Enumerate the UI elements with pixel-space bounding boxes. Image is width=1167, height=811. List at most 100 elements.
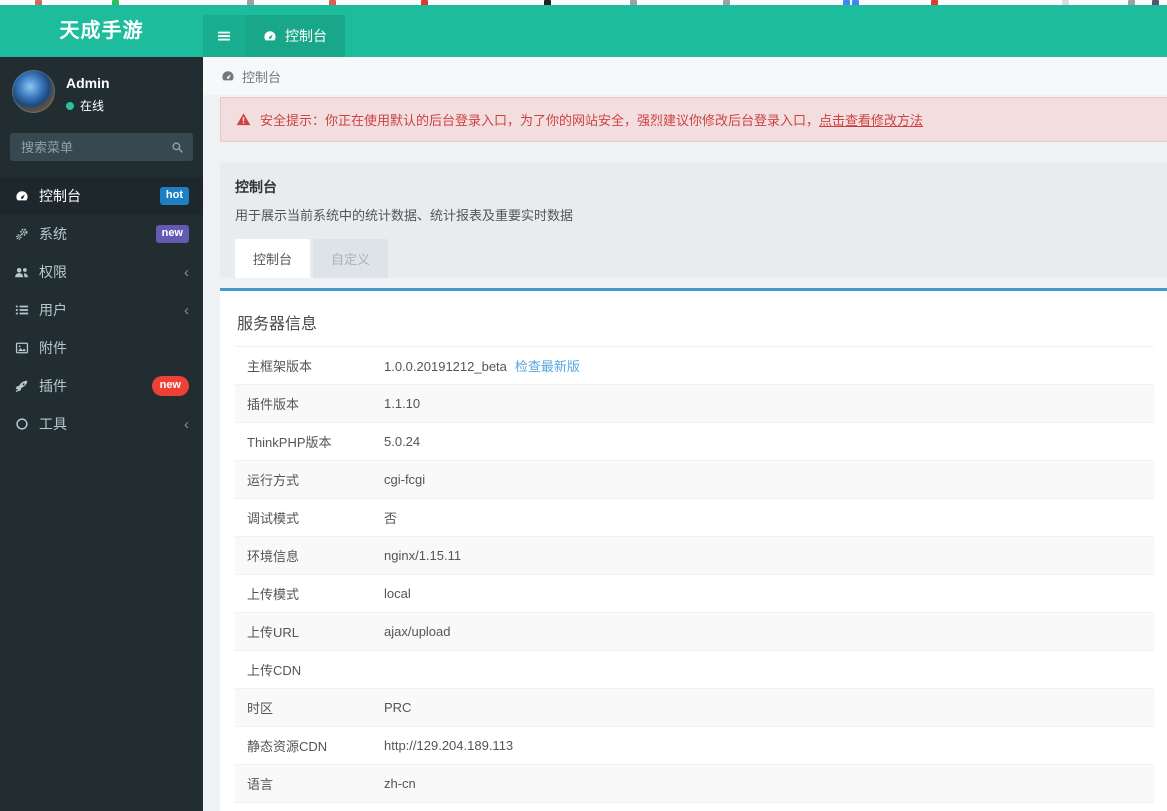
info-value: nginx/1.15.11 — [384, 548, 462, 563]
sidebar-menu-item[interactable]: 插件 new — [0, 367, 203, 405]
sidebar-menu-item[interactable]: 工具 ‹ — [0, 405, 203, 443]
top-navbar: 控制台 — [203, 5, 1167, 57]
info-value: zh-cn — [384, 776, 416, 791]
check-latest-link[interactable]: 检查最新版 — [515, 359, 580, 374]
table-row: 上传CDN — [235, 650, 1154, 689]
sidebar-menu-item[interactable]: 附件 — [0, 329, 203, 367]
panel-tab[interactable]: 自定义 — [313, 239, 389, 278]
sidebar-menu-item[interactable]: 权限 ‹ — [0, 253, 203, 291]
info-value: local — [384, 586, 411, 601]
panel-heading: 控制台 用于展示当前系统中的统计数据、统计报表及重要实时数据 控制台 自定义 — [220, 162, 1167, 278]
info-value: 否 — [384, 511, 398, 526]
warning-icon — [236, 112, 251, 127]
bookmark-favicon[interactable] — [1128, 0, 1135, 5]
bookmark-favicon[interactable] — [931, 0, 938, 5]
info-label: 语言 — [235, 764, 372, 803]
main-content: 控制台 安全提示：你正在使用默认的后台登录入口，为了你的网站安全，强烈建议你修改… — [203, 57, 1167, 811]
dashboard-icon — [221, 69, 235, 83]
table-row: 上传URL ajax/upload — [235, 612, 1154, 651]
angle-left-icon: ‹ — [184, 301, 189, 319]
sidebar-menu-item-label: 控制台 — [39, 188, 81, 204]
table-row: 主框架版本 1.0.0.20191212_beta 检查最新版 — [235, 346, 1154, 385]
info-label: 上传模式 — [235, 574, 372, 613]
info-label: 时区 — [235, 688, 372, 727]
info-label: 静态资源CDN — [235, 726, 372, 765]
bookmark-favicon[interactable] — [35, 0, 42, 5]
panel-subtitle: 用于展示当前系统中的统计数据、统计报表及重要实时数据 — [235, 208, 574, 223]
bookmark-favicon[interactable] — [630, 0, 637, 5]
dashboard-icon — [14, 189, 29, 203]
info-value: 1.1.10 — [384, 396, 421, 411]
breadcrumb-dashboard-link[interactable]: 控制台 — [242, 67, 281, 86]
panel-title: 控制台 — [235, 179, 277, 195]
list-icon — [14, 303, 29, 317]
info-label: 环境信息 — [235, 536, 372, 575]
circle-icon — [14, 417, 29, 431]
server-info-title: 服务器信息 — [237, 316, 318, 333]
info-value: http://129.204.189.113 — [384, 738, 514, 753]
bookmark-favicon[interactable] — [1152, 0, 1159, 5]
panel-tab[interactable]: 控制台 — [235, 239, 311, 278]
menu-badge: new — [155, 225, 189, 243]
sidebar: Admin 在线 控制台 hot 系统 new — [0, 57, 203, 811]
navbar-tab-dashboard[interactable]: 控制台 — [245, 15, 345, 57]
image-icon — [14, 341, 29, 355]
users-icon — [14, 265, 29, 280]
avatar[interactable] — [12, 70, 55, 113]
security-alert-text: 安全提示：你正在使用默认的后台登录入口，为了你的网站安全，强烈建议你修改后台登录… — [260, 113, 820, 128]
online-status-dot-icon — [66, 101, 74, 110]
bookmark-favicon[interactable] — [247, 0, 254, 5]
table-row: ThinkPHP版本 5.0.24 — [235, 422, 1154, 461]
bookmark-favicon[interactable] — [852, 0, 859, 5]
menu-badge: new — [151, 376, 189, 396]
info-label: 上传URL — [235, 612, 372, 651]
info-value: 5.0.24 — [384, 434, 421, 449]
table-row: 运行方式 cgi-fcgi — [235, 460, 1154, 499]
sidebar-menu-item-label: 工具 — [39, 416, 67, 432]
info-label: ThinkPHP版本 — [235, 422, 372, 461]
info-value: PRC — [384, 700, 412, 715]
info-label: 上传CDN — [235, 650, 372, 689]
sidebar-search — [10, 133, 193, 161]
sidebar-menu-item[interactable]: 系统 new — [0, 215, 203, 253]
bookmark-favicon[interactable] — [329, 0, 336, 5]
menu-badge: hot — [159, 187, 189, 205]
table-row: 时区 PRC — [235, 688, 1154, 727]
rocket-icon — [14, 379, 29, 394]
info-value: cgi-fcgi — [384, 472, 426, 487]
bookmark-favicon[interactable] — [544, 0, 551, 5]
security-alert: 安全提示：你正在使用默认的后台登录入口，为了你的网站安全，强烈建议你修改后台登录… — [220, 97, 1167, 142]
sidebar-menu-item-label: 插件 — [39, 378, 67, 394]
bookmark-favicon[interactable] — [843, 0, 850, 5]
top-header: 天成手游 控制台 — [0, 5, 1167, 57]
panel-body: 服务器信息 主框架版本 1.0.0.20191212_beta 检查最新版 插件版… — [220, 288, 1167, 811]
info-label: 插件版本 — [235, 384, 372, 423]
bookmark-favicon[interactable] — [112, 0, 119, 5]
server-info-table: 主框架版本 1.0.0.20191212_beta 检查最新版 插件版本 1.1.… — [235, 346, 1154, 803]
info-label: 主框架版本 — [235, 346, 372, 385]
user-name: Admin — [66, 75, 110, 91]
sidebar-menu-item[interactable]: 用户 ‹ — [0, 291, 203, 329]
sidebar-toggle-button[interactable] — [203, 15, 245, 57]
sidebar-menu-item-label: 权限 — [39, 264, 67, 280]
bookmark-favicon[interactable] — [421, 0, 428, 5]
info-label: 运行方式 — [235, 460, 372, 499]
table-row: 插件版本 1.1.10 — [235, 384, 1154, 423]
sidebar-menu-item-label: 用户 — [39, 302, 67, 318]
dashboard-icon — [263, 29, 277, 43]
info-value: ajax/upload — [384, 624, 451, 639]
navbar-tab-label: 控制台 — [285, 28, 327, 44]
user-status: 在线 — [66, 97, 110, 114]
angle-left-icon: ‹ — [184, 263, 189, 281]
angle-left-icon: ‹ — [184, 415, 189, 433]
sidebar-menu-item[interactable]: 控制台 hot — [0, 177, 203, 215]
search-button[interactable] — [165, 136, 189, 158]
security-alert-link[interactable]: 点击查看修改方法 — [819, 113, 923, 128]
sidebar-menu-item-label: 附件 — [39, 340, 67, 356]
bookmark-favicon[interactable] — [1062, 0, 1069, 5]
search-icon — [171, 141, 184, 154]
bookmark-favicon[interactable] — [723, 0, 730, 5]
user-status-label: 在线 — [80, 99, 105, 113]
table-row: 语言 zh-cn — [235, 764, 1154, 803]
app-logo[interactable]: 天成手游 — [0, 5, 203, 57]
